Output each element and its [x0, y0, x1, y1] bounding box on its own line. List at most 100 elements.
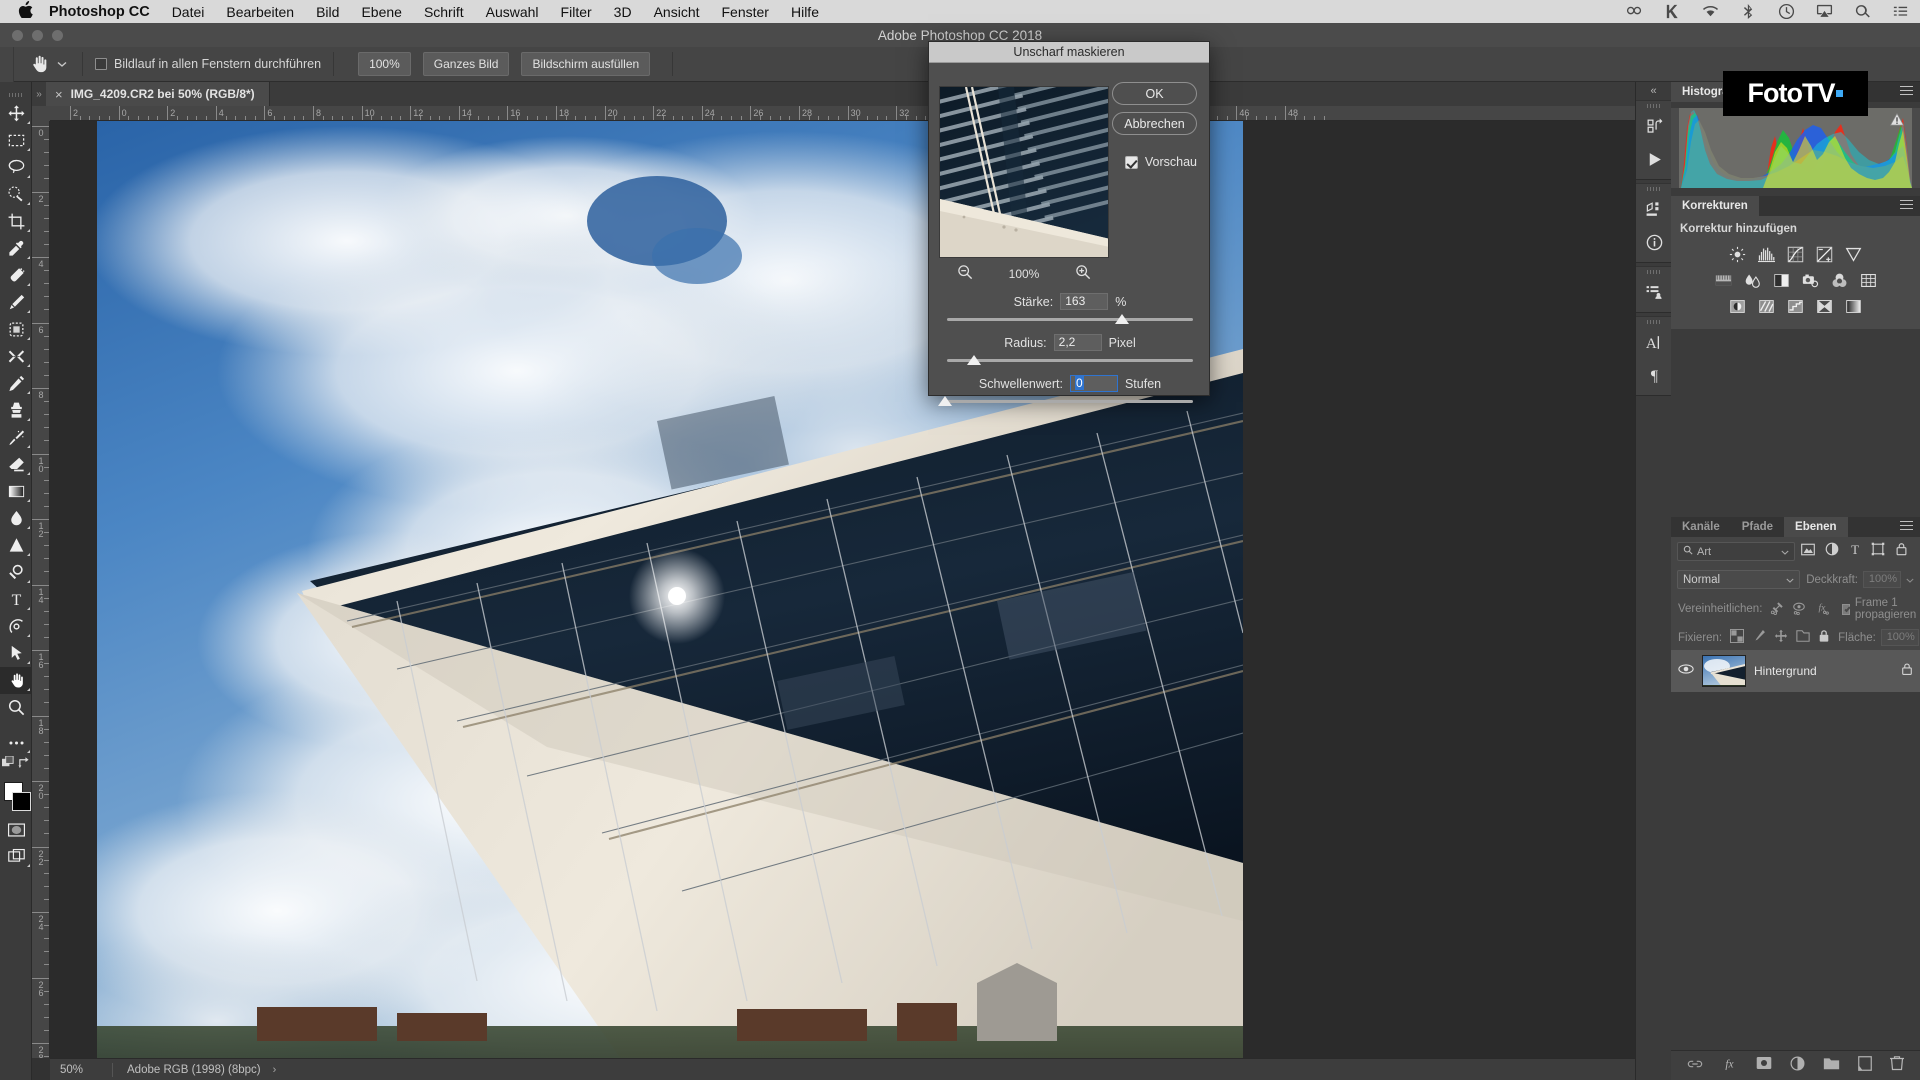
threshold-slider-thumb[interactable] [938, 396, 952, 406]
control-center-icon[interactable] [1891, 3, 1910, 20]
preview-checkbox[interactable]: Vorschau [1124, 155, 1197, 169]
eyedropper-tool-icon[interactable] [0, 235, 32, 262]
adjustment-layer-filter-icon[interactable] [1825, 542, 1839, 561]
vibrance-icon[interactable] [1845, 245, 1863, 263]
type-layer-filter-icon[interactable]: T [1849, 542, 1861, 561]
radius-input[interactable]: 2,2 [1053, 334, 1102, 351]
rail-group-grip-3[interactable] [1636, 267, 1671, 276]
bluetooth-icon[interactable] [1739, 3, 1758, 20]
blur-tool-icon[interactable] [0, 505, 32, 532]
zoom-out-icon[interactable] [957, 264, 973, 285]
healing-tool-icon[interactable] [0, 424, 32, 451]
clone-pattern-tool-icon[interactable] [0, 316, 32, 343]
info-panel-icon[interactable] [1636, 226, 1672, 259]
color-balance-icon[interactable] [1743, 271, 1761, 289]
fit-image-button[interactable]: Ganzes Bild [422, 52, 510, 76]
history-panel-icon[interactable] [1636, 276, 1672, 309]
character-panel-icon[interactable]: A [1636, 326, 1672, 359]
horizontal-ruler[interactable]: 2024681012141618202224262830323436384042… [50, 106, 1635, 121]
window-traffic-lights[interactable] [12, 23, 63, 47]
invert-icon[interactable] [1729, 297, 1747, 315]
unify-position-icon[interactable] [1770, 601, 1784, 618]
menu-datei[interactable]: Datei [172, 4, 205, 20]
screen-mode-icon[interactable] [0, 843, 32, 870]
wifi-icon[interactable] [1701, 3, 1720, 20]
amount-slider-track[interactable] [947, 318, 1193, 321]
menu-fenster[interactable]: Fenster [722, 4, 769, 20]
chevron-down-icon-filter[interactable] [1781, 546, 1789, 558]
tools-palette-grip[interactable] [0, 90, 31, 100]
burn-tool-icon[interactable] [0, 559, 32, 586]
pixel-layer-filter-icon[interactable] [1801, 543, 1815, 561]
scroll-all-windows-checkbox[interactable]: Bildlauf in allen Fenstern durchführen [95, 57, 321, 71]
curves-icon[interactable] [1787, 245, 1805, 263]
fill-value[interactable]: 100% [1880, 629, 1919, 646]
options-bar-grip[interactable] [0, 46, 14, 82]
menu-ebene[interactable]: Ebene [361, 4, 401, 20]
hand-tool-icon-palette[interactable] [0, 667, 32, 694]
play-actions-icon[interactable] [1636, 143, 1672, 176]
selective-color-icon[interactable] [1816, 297, 1834, 315]
threshold-slider-track[interactable] [947, 400, 1193, 403]
new-group-icon[interactable] [1823, 1056, 1840, 1075]
lock-position-icon[interactable] [1774, 629, 1788, 646]
lock-transparent-pixels-icon[interactable] [1730, 628, 1745, 646]
brush-tool-icon[interactable] [0, 289, 32, 316]
ok-button[interactable]: OK [1112, 82, 1197, 105]
delete-layer-icon[interactable] [1890, 1055, 1904, 1076]
menu-schrift[interactable]: Schrift [424, 4, 464, 20]
collapse-panels-icon[interactable]: « [1636, 82, 1671, 100]
new-adjustment-layer-icon[interactable] [1790, 1056, 1805, 1076]
black-white-icon[interactable] [1772, 271, 1790, 289]
tab-ebenen[interactable]: Ebenen [1784, 517, 1848, 537]
levels-icon[interactable] [1758, 245, 1776, 263]
amount-input[interactable]: 163 [1060, 293, 1109, 310]
paragraph-panel-icon[interactable]: ¶ [1636, 359, 1672, 392]
move-tool-icon[interactable] [0, 100, 32, 127]
menu-ansicht[interactable]: Ansicht [654, 4, 700, 20]
dialog-preview-image[interactable] [939, 86, 1109, 258]
fill-control[interactable]: Fläche: 100% [1838, 629, 1920, 646]
eraser-tool-icon[interactable] [0, 451, 32, 478]
pencil-tool-icon[interactable] [0, 370, 32, 397]
propagate-frame-checkbox[interactable]: Frame 1 propagieren [1842, 597, 1919, 621]
chevron-down-icon-blend[interactable] [1786, 574, 1794, 586]
3d-panel-icon[interactable] [1636, 193, 1672, 226]
gradient-tool-icon[interactable] [0, 478, 32, 505]
close-window-button[interactable] [12, 29, 23, 41]
radius-slider-thumb[interactable] [967, 355, 981, 365]
menu-app-name[interactable]: Photoshop CC [49, 4, 150, 20]
lock-image-pixels-icon[interactable] [1752, 629, 1766, 646]
eye-icon[interactable] [1678, 662, 1694, 680]
menu-bearbeiten[interactable]: Bearbeiten [226, 4, 294, 20]
edit-toolbar-ellipsis-icon[interactable] [0, 729, 32, 756]
tab-strip-grip[interactable]: » [32, 82, 46, 106]
shape-layer-filter-icon[interactable] [1871, 542, 1885, 561]
propagate-frame-checkbox-box[interactable] [1842, 603, 1852, 615]
channel-mixer-icon[interactable] [1830, 271, 1848, 289]
quick-selection-tool-icon[interactable] [0, 181, 32, 208]
clone-stamp-tool-icon[interactable] [0, 397, 32, 424]
time-machine-icon[interactable] [1777, 3, 1796, 20]
dodge-tool-icon[interactable] [0, 532, 32, 559]
unify-visibility-icon[interactable] [1792, 601, 1806, 618]
threshold-input[interactable]: 0 [1069, 375, 1118, 392]
layer-name[interactable]: Hintergrund [1754, 664, 1893, 678]
unify-style-icon[interactable]: fx [1814, 601, 1830, 618]
panel-menu-icon[interactable] [1900, 86, 1913, 97]
swap-colors-icon[interactable] [18, 756, 31, 774]
type-tool-icon[interactable]: T [0, 586, 32, 613]
zoom-in-icon[interactable] [1075, 264, 1091, 285]
history-brush-tool-icon[interactable] [0, 343, 32, 370]
path-selection-tool-icon[interactable] [0, 640, 32, 667]
cached-data-warning-icon[interactable] [1889, 112, 1905, 126]
background-color-swatch[interactable] [12, 792, 31, 811]
lasso-tool-icon[interactable] [0, 154, 32, 181]
keyboard-maestro-icon[interactable] [1663, 3, 1682, 20]
maximize-window-button[interactable] [52, 29, 63, 41]
spotlight-search-icon[interactable] [1853, 3, 1872, 20]
gradient-map-icon[interactable] [1845, 297, 1863, 315]
apple-logo-icon[interactable] [18, 1, 33, 22]
panel-menu-icon-corrections[interactable] [1900, 200, 1913, 211]
rail-group-grip-1[interactable] [1636, 101, 1671, 110]
